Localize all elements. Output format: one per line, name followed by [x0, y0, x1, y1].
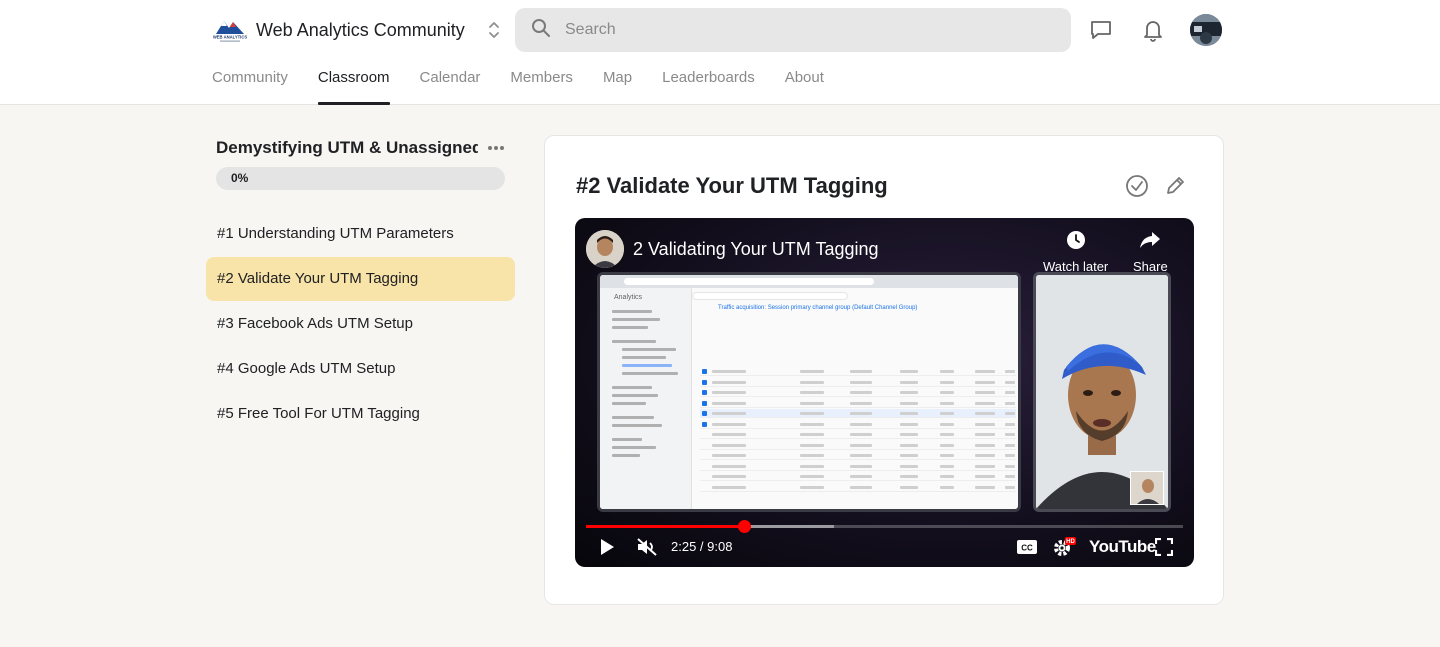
- share-arrow-icon: [1139, 230, 1161, 253]
- search-icon: [531, 18, 551, 43]
- edit-pencil-icon[interactable]: [1162, 173, 1188, 199]
- community-logo-text: WEB ANALYTICS: [213, 35, 248, 40]
- analytics-table-row: [700, 409, 1016, 418]
- lesson-title: #2 Validate Your UTM Tagging: [576, 173, 888, 198]
- screen-recording-thumbnail: Analytics Traffic acquisition: Session p…: [597, 272, 1021, 512]
- lesson-item-4[interactable]: #4 Google Ads UTM Setup: [206, 347, 515, 391]
- course-progress-bar: 0%: [216, 167, 505, 190]
- lesson-list: #1 Understanding UTM Parameters #2 Valid…: [206, 212, 515, 437]
- analytics-table-row: [700, 451, 1016, 460]
- course-options-icon[interactable]: [485, 138, 507, 158]
- video-progress-bar[interactable]: [586, 520, 1183, 533]
- video-title: 2 Validating Your UTM Tagging: [633, 239, 879, 259]
- user-avatar[interactable]: [1190, 14, 1222, 46]
- analytics-table-row: [700, 420, 1016, 429]
- chat-icon[interactable]: [1088, 17, 1114, 43]
- svg-text:HD: HD: [1066, 539, 1075, 545]
- lesson-item-1[interactable]: #1 Understanding UTM Parameters: [206, 212, 515, 256]
- analytics-table-row: [700, 388, 1016, 397]
- fullscreen-icon[interactable]: [1153, 536, 1175, 558]
- tab-members[interactable]: Members: [510, 60, 573, 105]
- tab-classroom[interactable]: Classroom: [317, 60, 390, 105]
- analytics-table-row: [700, 399, 1016, 408]
- video-time: 2:25 / 9:08: [671, 539, 733, 554]
- svg-text:CC: CC: [1021, 544, 1033, 553]
- analytics-table-row: [700, 378, 1016, 387]
- analytics-table-row: [700, 472, 1016, 481]
- lesson-item-2[interactable]: #2 Validate Your UTM Tagging: [206, 257, 515, 301]
- analytics-label: Analytics: [614, 294, 643, 301]
- tab-leaderboards[interactable]: Leaderboards: [662, 60, 755, 105]
- tab-calendar[interactable]: Calendar: [420, 60, 481, 105]
- muted-volume-icon[interactable]: [635, 536, 659, 558]
- captions-icon[interactable]: CC: [1015, 536, 1039, 558]
- played-bar: [586, 525, 745, 528]
- analytics-sidebar: Analytics: [600, 288, 692, 509]
- community-logo: WEB ANALYTICS: [212, 15, 248, 45]
- analytics-table-row: [700, 367, 1016, 376]
- lesson-item-5[interactable]: #5 Free Tool For UTM Tagging: [206, 392, 515, 436]
- notification-bell-icon[interactable]: [1140, 17, 1166, 43]
- switch-community-icon[interactable]: [487, 19, 501, 41]
- share-button[interactable]: Share: [1133, 230, 1168, 274]
- channel-avatar[interactable]: [586, 230, 624, 268]
- course-progress-label: 0%: [231, 171, 249, 185]
- analytics-table-row: [700, 483, 1016, 492]
- play-icon[interactable]: [597, 536, 617, 558]
- watch-later-button[interactable]: Watch later: [1043, 230, 1108, 274]
- analytics-report-heading: Traffic acquisition: Session primary cha…: [718, 305, 918, 311]
- course-title: Demystifying UTM & Unassigned...: [216, 138, 478, 157]
- tab-about[interactable]: About: [785, 60, 824, 105]
- lesson-item-3[interactable]: #3 Facebook Ads UTM Setup: [206, 302, 515, 346]
- settings-gear-icon[interactable]: HD: [1051, 536, 1077, 558]
- analytics-table-row: [700, 430, 1016, 439]
- webcam-presenter: [1033, 272, 1171, 512]
- youtube-logo[interactable]: YouTube: [1089, 537, 1156, 557]
- lesson-card: #2 Validate Your UTM Tagging 2 Validatin…: [544, 135, 1224, 605]
- mark-complete-icon[interactable]: [1124, 173, 1150, 199]
- analytics-table-row: [700, 462, 1016, 471]
- community-brand[interactable]: WEB ANALYTICS Web Analytics Community: [212, 12, 501, 48]
- tab-map[interactable]: Map: [603, 60, 632, 105]
- analytics-table-row: [700, 441, 1016, 450]
- search-bar[interactable]: [515, 8, 1071, 52]
- main-nav: Community Classroom Calendar Members Map…: [212, 60, 854, 105]
- video-player[interactable]: 2 Validating Your UTM Tagging Watch late…: [575, 218, 1194, 567]
- clock-icon: [1066, 230, 1086, 253]
- search-input[interactable]: [565, 21, 1045, 39]
- top-header: WEB ANALYTICS Web Analytics Community Co…: [0, 0, 1440, 105]
- pip-thumbnail: [1130, 471, 1164, 505]
- tab-community[interactable]: Community: [212, 60, 288, 105]
- browser-bar: [600, 275, 1018, 288]
- community-name: Web Analytics Community: [256, 19, 465, 40]
- scrubber-handle[interactable]: [738, 520, 752, 533]
